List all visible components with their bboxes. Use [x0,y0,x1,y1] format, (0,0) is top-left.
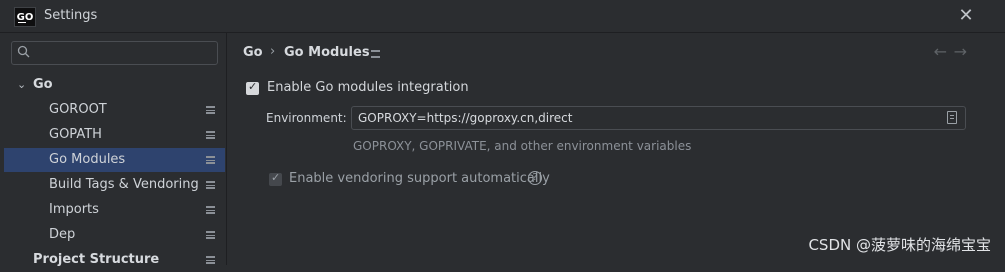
sidebar-item-gopath[interactable]: GOPATH [4,123,225,147]
sidebar-item-label: Project Structure [33,252,160,267]
environment-label: Environment: [266,111,347,125]
sidebar-item-label: Imports [49,202,99,217]
document-icon[interactable] [947,111,957,124]
sidebar-item-go[interactable]: ⌄ Go [4,73,225,97]
sidebar-item-label: Dep [49,227,76,242]
chevron-down-icon[interactable]: ⌄ [17,73,26,97]
forward-arrow-icon[interactable]: → [954,42,967,61]
project-settings-icon [206,131,215,139]
sidebar-item-label: GOROOT [49,102,107,117]
breadcrumb-parent[interactable]: Go [243,45,263,60]
sidebar-item-label: GOPATH [49,127,102,142]
window-title: Settings [44,8,98,23]
sidebar-item-label: Go Modules [49,152,126,167]
search-input[interactable] [11,41,218,65]
project-settings-icon [206,256,215,264]
enable-vendoring-label: Enable vendoring support automatically [289,171,550,186]
breadcrumb-separator: › [270,44,276,59]
search-icon [17,45,30,58]
sidebar-item-project-structure[interactable]: Project Structure [4,248,225,272]
project-settings-icon [206,106,215,114]
enable-go-modules-label[interactable]: Enable Go modules integration [267,80,469,95]
sidebar-item-label: Build Tags & Vendoring [49,177,199,192]
enable-go-modules-checkbox[interactable] [246,80,259,95]
project-settings-icon [371,50,380,58]
sidebar-item-build-tags[interactable]: Build Tags & Vendoring [4,173,225,197]
enable-vendoring-checkbox[interactable] [269,171,282,186]
settings-sidebar: ⌄ Go GOROOT GOPATH Go Modules Build Tags… [0,33,227,267]
close-button[interactable]: ✕ [955,5,977,27]
help-icon[interactable]: ? [528,171,542,185]
sidebar-item-dep[interactable]: Dep [4,223,225,247]
sidebar-item-goroot[interactable]: GOROOT [4,98,225,122]
project-settings-icon [206,231,215,239]
environment-input[interactable]: GOPROXY=https://goproxy.cn,direct [351,106,966,130]
sidebar-item-label: Go [33,77,53,92]
project-settings-icon [206,206,215,214]
page-title: Go Modules [284,45,370,60]
settings-content: Go › Go Modules ← → Enable Go modules in… [227,33,1005,265]
project-settings-icon [206,181,215,189]
back-arrow-icon[interactable]: ← [934,42,947,61]
close-icon: ✕ [958,5,974,26]
watermark-text: CSDN @菠萝味的海绵宝宝 [808,236,991,254]
title-bar: GO Settings ✕ [0,0,1005,33]
project-settings-icon [206,156,215,164]
environment-hint: GOPROXY, GOPRIVATE, and other environmen… [353,139,692,153]
sidebar-item-go-modules[interactable]: Go Modules [4,148,225,172]
goland-logo: GO [14,7,36,27]
sidebar-item-imports[interactable]: Imports [4,198,225,222]
environment-value: GOPROXY=https://goproxy.cn,direct [358,111,573,125]
